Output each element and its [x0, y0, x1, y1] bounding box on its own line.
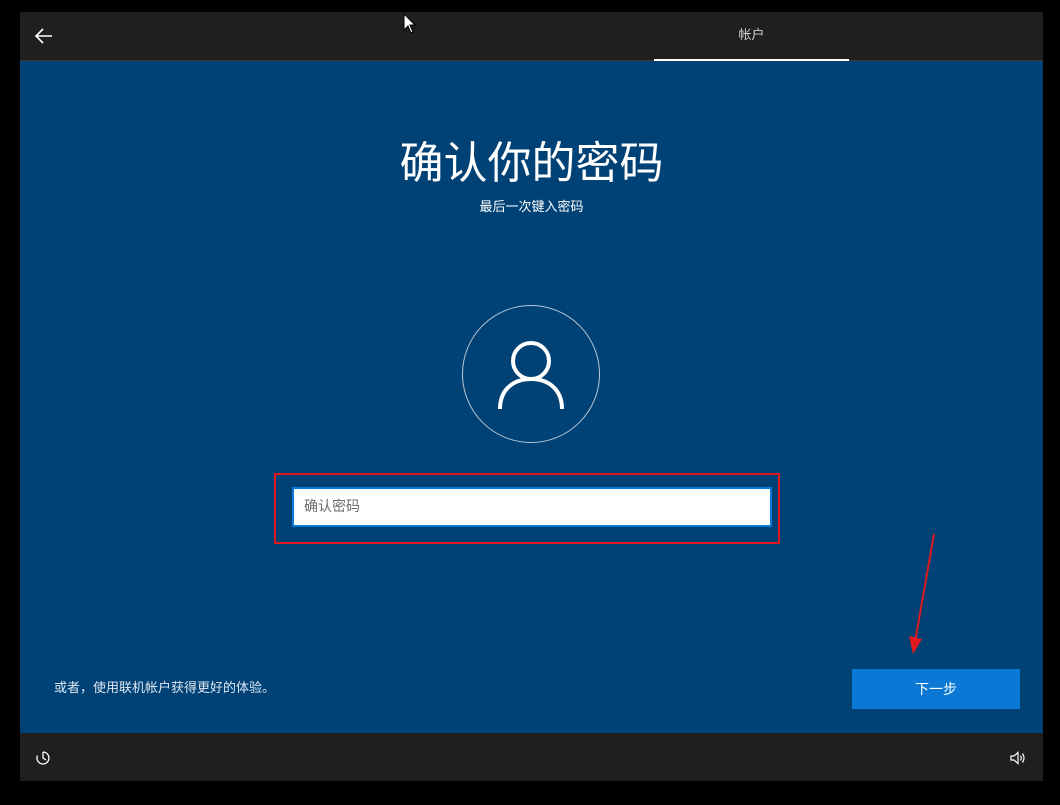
page-subtitle: 最后一次键入密码	[479, 200, 584, 215]
confirm-password-input[interactable]	[292, 487, 772, 527]
volume-icon	[1010, 751, 1025, 765]
avatar	[462, 305, 600, 443]
bottom-bar	[20, 733, 1043, 781]
setup-window: 帐户 确认你的密码 最后一次键入密码 或者，使用联机帐户获得更好的体验。 下一步	[20, 12, 1043, 781]
top-bar: 帐户	[20, 12, 1043, 61]
page-title: 确认你的密码	[399, 138, 664, 189]
accessibility-button[interactable]	[34, 749, 52, 767]
volume-button[interactable]	[1009, 749, 1027, 767]
tab-account-label: 帐户	[738, 28, 765, 43]
tab-account: 帐户	[654, 12, 849, 61]
accessibility-icon	[36, 751, 50, 765]
next-button[interactable]: 下一步	[852, 669, 1020, 709]
annotation-arrow-icon	[909, 533, 935, 654]
mouse-cursor-icon	[403, 13, 417, 34]
user-icon	[498, 341, 564, 410]
online-account-link[interactable]: 或者，使用联机帐户获得更好的体验。	[54, 679, 275, 699]
back-arrow-icon	[34, 28, 52, 44]
back-button[interactable]	[32, 24, 56, 48]
tab-underline	[654, 59, 849, 61]
